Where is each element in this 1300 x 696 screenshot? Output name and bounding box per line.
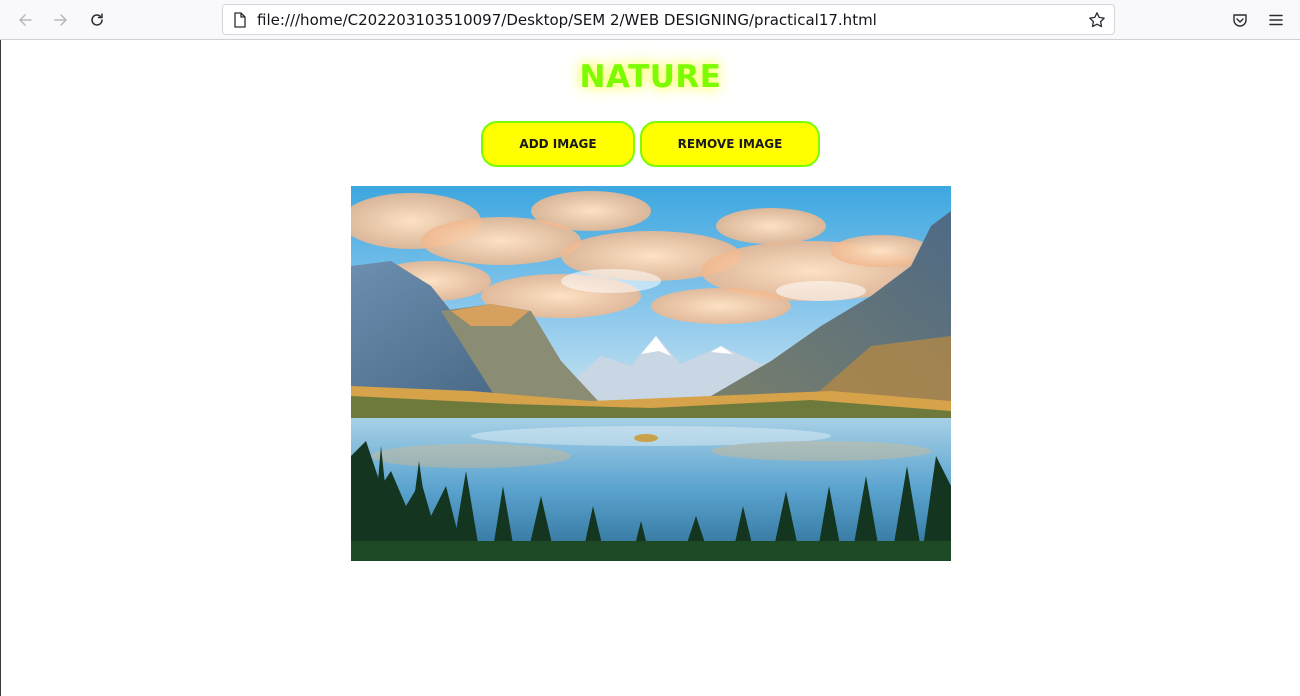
page-title: NATURE [579,59,722,95]
menu-icon [1269,14,1283,26]
browser-toolbar: file:///home/C202203103510097/Desktop/SE… [0,0,1300,40]
url-text[interactable]: file:///home/C202203103510097/Desktop/SE… [257,11,1087,29]
page-content: NATURE ADD IMAGE REMOVE IMAGE [1,41,1300,696]
pocket-button[interactable] [1226,6,1254,34]
back-button[interactable] [11,6,39,34]
remove-image-button[interactable]: REMOVE IMAGE [640,121,820,167]
page-icon [232,11,248,28]
reload-button[interactable] [83,6,111,34]
nature-image [351,186,951,561]
forward-button[interactable] [47,6,75,34]
forward-arrow-icon [54,14,67,26]
reload-icon [91,13,103,26]
pocket-icon [1233,14,1247,27]
back-arrow-icon [19,14,32,26]
bookmark-star-icon[interactable] [1087,10,1107,30]
menu-button[interactable] [1262,6,1290,34]
add-image-button[interactable]: ADD IMAGE [481,121,635,167]
url-bar[interactable]: file:///home/C202203103510097/Desktop/SE… [222,4,1115,35]
